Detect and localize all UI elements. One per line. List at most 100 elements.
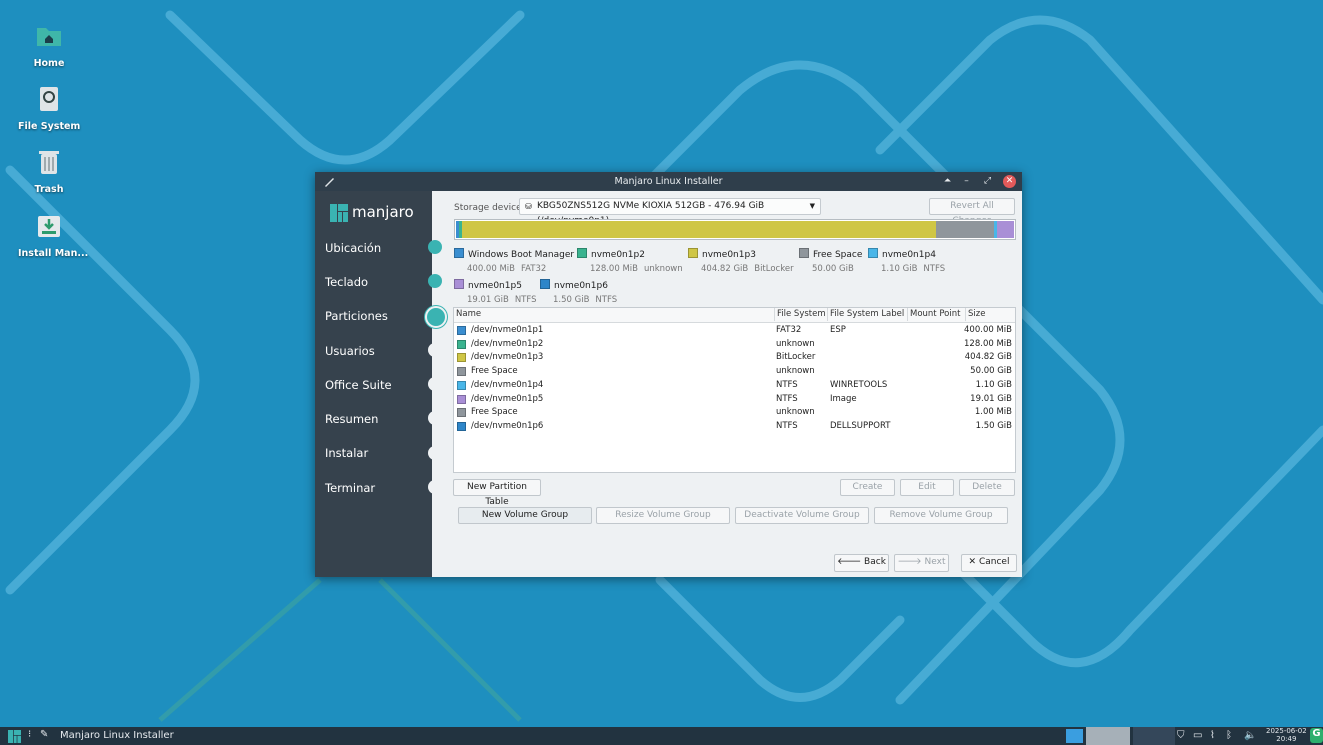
- legend-swatch: [454, 248, 464, 258]
- column-header-size[interactable]: Size: [966, 308, 1015, 321]
- keep-above-button[interactable]: ⏶: [941, 175, 954, 188]
- cell-name: /dev/nvme0n1p3: [471, 352, 544, 363]
- partition-table[interactable]: Name File System File System Label Mount…: [453, 307, 1016, 473]
- new-volume-group-button[interactable]: New Volume Group: [458, 507, 592, 524]
- workspace-2[interactable]: [1086, 727, 1130, 745]
- close-icon: ✕: [1005, 176, 1014, 186]
- workspace-1[interactable]: [1066, 729, 1083, 743]
- legend-fs: NTFS: [514, 295, 537, 305]
- shield-icon[interactable]: ⛉: [1177, 730, 1189, 742]
- eject-icon: ⏶: [943, 176, 952, 186]
- legend-item: nvme0n1p4 1.10 GiB NTFS: [868, 248, 945, 274]
- desktop-icon-label: File System: [18, 121, 81, 132]
- desktop-icon-label: Trash: [34, 184, 64, 195]
- back-button[interactable]: 🡐 Back: [834, 554, 889, 572]
- revert-all-changes-button[interactable]: Revert All Changes: [929, 198, 1015, 226]
- cell-size: 1.10 GiB: [975, 379, 1012, 390]
- resize-volume-group-button[interactable]: Resize Volume Group: [596, 507, 730, 524]
- delete-button[interactable]: Delete: [959, 479, 1015, 496]
- brand-name: manjaro: [352, 203, 414, 221]
- table-row[interactable]: /dev/nvme0n1p2 unknown 128.00 MiB: [454, 338, 1015, 351]
- remove-volume-group-button[interactable]: Remove Volume Group: [874, 507, 1008, 524]
- table-row[interactable]: Free Space unknown 1.00 MiB: [454, 406, 1015, 419]
- cancel-button[interactable]: ✕ Cancel: [961, 554, 1017, 572]
- column-header-fs-label[interactable]: File System Label: [828, 308, 908, 321]
- clock-date: 2025-06-02: [1266, 727, 1307, 735]
- partition-color-swatch: [457, 421, 466, 431]
- column-header-name[interactable]: Name: [454, 308, 775, 321]
- legend-item: nvme0n1p5 19.01 GiB NTFS: [454, 279, 537, 305]
- clock-time: 20:49: [1276, 735, 1297, 743]
- cell-file-system: unknown: [776, 338, 815, 349]
- cell-file-system: unknown: [776, 366, 815, 377]
- legend-fs: NTFS: [923, 264, 946, 274]
- column-header-mount-point[interactable]: Mount Point: [908, 308, 966, 321]
- desktop-icon-file-system[interactable]: File System: [18, 85, 80, 132]
- table-row[interactable]: Free Space unknown 50.00 GiB: [454, 365, 1015, 378]
- partition-color-swatch: [457, 380, 466, 390]
- bluetooth-icon[interactable]: ᛒ: [1226, 730, 1238, 742]
- desktop-icon-home[interactable]: Home: [18, 22, 80, 69]
- taskbar-window-button[interactable]: Manjaro Linux Installer: [60, 730, 174, 741]
- drive-icon: ⛁: [525, 202, 532, 211]
- table-row[interactable]: /dev/nvme0n1p6 NTFS DELLSUPPORT 1.50 GiB: [454, 420, 1015, 433]
- cell-name: /dev/nvme0n1p6: [471, 420, 544, 431]
- edit-button[interactable]: Edit: [900, 479, 954, 496]
- legend-detail: 19.01 GiB NTFS: [467, 295, 537, 305]
- volume-icon[interactable]: 🔈: [1244, 730, 1256, 742]
- storage-device-select[interactable]: ⛁ KBG50ZNS512G NVMe KIOXIA 512GB - 476.9…: [519, 198, 821, 226]
- table-row[interactable]: /dev/nvme0n1p5 NTFS Image 19.01 GiB: [454, 393, 1015, 406]
- restore-icon: ⤢: [983, 176, 992, 186]
- close-button[interactable]: ✕: [1003, 175, 1016, 188]
- desktop-icon-label: Install Man...: [18, 248, 89, 259]
- window-title: Manjaro Linux Installer: [614, 176, 723, 187]
- table-row[interactable]: /dev/nvme0n1p1 FAT32 ESP 400.00 MiB: [454, 324, 1015, 337]
- drive-icon: [40, 87, 58, 111]
- workspace-3[interactable]: [1133, 727, 1175, 745]
- deactivate-volume-group-button[interactable]: Deactivate Volume Group: [735, 507, 869, 524]
- column-header-file-system[interactable]: File System: [775, 308, 828, 321]
- installer-app-icon: ✎: [40, 729, 49, 740]
- step-resumen: Resumen: [325, 412, 379, 426]
- new-partition-table-button[interactable]: New Partition Table: [453, 479, 541, 507]
- legend-swatch: [688, 248, 698, 258]
- clock[interactable]: 2025-06-02 20:49: [1266, 727, 1307, 743]
- maximize-button[interactable]: ⤢: [981, 175, 994, 188]
- display-icon[interactable]: ▭: [1193, 730, 1205, 742]
- table-row[interactable]: /dev/nvme0n1p4 NTFS WINRETOOLS 1.10 GiB: [454, 379, 1015, 392]
- legend-detail: 404.82 GiB BitLocker: [701, 264, 794, 274]
- create-button[interactable]: Create: [840, 479, 895, 496]
- bar-segment-p3: [462, 221, 936, 238]
- desktop-icon-trash[interactable]: Trash: [18, 148, 80, 195]
- cell-size: 128.00 MiB: [964, 338, 1012, 349]
- cell-file-system: NTFS: [776, 379, 798, 390]
- step-particiones: Particiones: [325, 309, 388, 323]
- minimize-button[interactable]: –: [960, 175, 973, 188]
- cell-size: 1.50 GiB: [975, 420, 1012, 431]
- clip-icon[interactable]: ⌇: [1210, 730, 1222, 742]
- partition-color-swatch: [457, 339, 466, 349]
- step-teclado: Teclado: [325, 275, 369, 289]
- cell-fs-label: WINRETOOLS: [830, 379, 888, 390]
- legend-item: Free Space 50.00 GiB: [799, 248, 862, 274]
- desktop-icon-installer[interactable]: Install Man...: [18, 212, 89, 259]
- manjaro-logo-icon: [330, 204, 348, 222]
- legend-size: 404.82 GiB: [701, 264, 749, 274]
- partition-color-swatch: [457, 353, 466, 363]
- next-button[interactable]: 🡒 Next: [894, 554, 949, 572]
- cell-size: 19.01 GiB: [970, 393, 1012, 404]
- cell-name: /dev/nvme0n1p2: [471, 338, 544, 349]
- trash-icon: [39, 151, 59, 174]
- manjaro-menu-icon[interactable]: [8, 730, 21, 743]
- table-row[interactable]: /dev/nvme0n1p3 BitLocker 404.82 GiB: [454, 351, 1015, 364]
- cell-size: 404.82 GiB: [964, 352, 1012, 363]
- window-titlebar[interactable]: Manjaro Linux Installer ⏶ – ⤢ ✕: [315, 172, 1022, 191]
- update-notifier-icon[interactable]: G: [1310, 728, 1323, 743]
- cell-name: /dev/nvme0n1p1: [471, 325, 544, 335]
- legend-name: Windows Boot Manager: [468, 250, 575, 260]
- legend-size: 1.10 GiB: [881, 264, 918, 274]
- desktop-icon-label: Home: [33, 58, 65, 69]
- legend-size: 400.00 MiB: [467, 264, 515, 274]
- legend-swatch: [577, 248, 587, 258]
- legend-fs: unknown: [643, 264, 683, 274]
